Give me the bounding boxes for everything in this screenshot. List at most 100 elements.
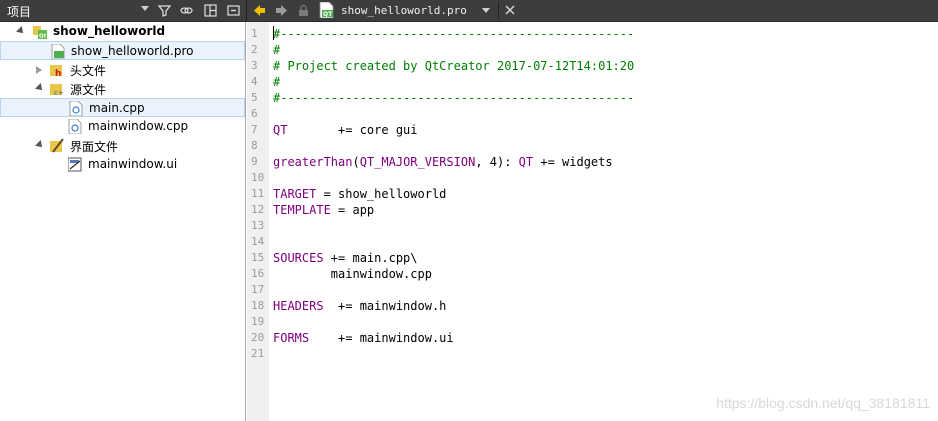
split-icon[interactable] — [204, 4, 217, 17]
forward-arrow-icon[interactable] — [275, 4, 288, 17]
link-editor-icon[interactable] — [180, 4, 193, 17]
variable-token: QT_MAJOR_VERSION — [359, 155, 476, 169]
line-number: 16 — [251, 267, 265, 280]
tree-item-pro-file[interactable]: show_helloworld.pro — [0, 41, 245, 60]
line-number: 4 — [251, 75, 258, 88]
pro-file-icon — [51, 44, 65, 59]
variable-token: greaterThan — [273, 155, 353, 169]
comment-token: # — [273, 43, 281, 57]
line-number: 2 — [251, 43, 258, 56]
code-text: TEMPLATE = app — [273, 202, 374, 218]
tree-item-mainwindow-cpp[interactable]: mainwindow.cpp — [0, 117, 245, 136]
main-cpp-label: main.cpp — [89, 101, 145, 115]
variable-token: TEMPLATE — [273, 203, 331, 217]
lock-icon[interactable] — [297, 4, 310, 17]
expand-arrow-icon[interactable] — [35, 83, 45, 93]
code-token: += mainwindow.ui — [309, 331, 454, 345]
variable-token: SOURCES — [273, 251, 324, 265]
close-sidebar-icon[interactable] — [227, 4, 240, 17]
line-number: 17 — [251, 283, 265, 296]
collapsed-arrow-icon[interactable] — [36, 66, 42, 74]
code-text: # Project created by QtCreator 2017-07-1… — [273, 58, 634, 74]
comment-token: # Project created by QtCreator 2017-07-1… — [273, 59, 635, 73]
tree-item-forms[interactable]: 界面文件 — [0, 136, 245, 155]
variable-token: FORMS — [273, 331, 310, 345]
text-cursor — [273, 26, 274, 40]
code-text: #---------------------------------------… — [273, 90, 634, 106]
code-text: SOURCES += main.cpp\ — [273, 250, 418, 266]
comment-token: #---------------------------------------… — [273, 91, 635, 105]
variable-token: QT — [518, 155, 534, 169]
line-number: 6 — [251, 107, 258, 120]
code-text: #---------------------------------------… — [273, 26, 634, 42]
open-file-selector[interactable]: QT show_helloworld.pro — [315, 2, 491, 19]
code-text: QT += core gui — [273, 122, 418, 138]
line-number: 5 — [251, 91, 258, 104]
code-text: greaterThan(QT_MAJOR_VERSION, 4): QT += … — [273, 154, 613, 170]
line-number: 1 — [251, 27, 258, 40]
code-token: += mainwindow.h — [323, 299, 447, 313]
pro-file-label: show_helloworld.pro — [71, 44, 194, 58]
svg-text:QT: QT — [323, 11, 333, 18]
cpp-file-icon — [68, 119, 82, 134]
code-token: = show_helloworld — [316, 187, 447, 201]
line-number: 8 — [251, 139, 258, 152]
project-tree: Qt show_helloworld show_helloworld.pro h… — [0, 22, 246, 421]
projects-pane-header: 项目 — [0, 0, 246, 21]
code-token: += widgets — [533, 155, 613, 169]
line-number: 3 — [251, 59, 258, 72]
line-number: 15 — [251, 251, 265, 264]
tree-item-main-cpp[interactable]: main.cpp — [0, 98, 245, 117]
mainwindow-cpp-label: mainwindow.cpp — [88, 119, 189, 133]
code-token: = app — [330, 203, 375, 217]
pro-file-icon: QT — [319, 2, 334, 18]
code-token: , 4): — [475, 155, 519, 169]
line-number: 18 — [251, 299, 265, 312]
filter-icon[interactable] — [158, 4, 171, 17]
watermark: https://blog.csdn.net/qq_38181811 — [716, 395, 930, 411]
comment-token: #---------------------------------------… — [273, 27, 635, 41]
code-token: += main.cpp\ — [323, 251, 418, 265]
code-text: # — [273, 74, 280, 90]
close-document-icon[interactable] — [503, 3, 517, 17]
cpp-file-icon — [69, 101, 83, 116]
code-token: += core gui — [287, 123, 418, 137]
line-number: 11 — [251, 187, 265, 200]
line-number: 21 — [251, 347, 265, 360]
code-text: FORMS += mainwindow.ui — [273, 330, 454, 346]
line-number: 7 — [251, 123, 258, 136]
variable-token: TARGET — [273, 187, 317, 201]
top-toolbar: 项目 QT show_helloworld.pro — [0, 0, 938, 22]
svg-text:c+: c+ — [54, 89, 64, 96]
line-number: 13 — [251, 219, 265, 232]
toolbar-divider — [498, 2, 499, 19]
expand-arrow-icon[interactable] — [35, 140, 45, 150]
code-editor[interactable]: 1 #--------------------------------------… — [247, 22, 938, 421]
open-file-name: show_helloworld.pro — [341, 4, 467, 17]
variable-token: HEADERS — [273, 299, 324, 313]
tree-item-headers[interactable]: h 头文件 — [0, 60, 245, 79]
source-folder-icon: c+ — [50, 84, 64, 96]
tree-item-project[interactable]: Qt show_helloworld — [0, 22, 245, 41]
headers-label: 头文件 — [70, 64, 107, 78]
code-text: TARGET = show_helloworld — [273, 186, 446, 202]
project-name: show_helloworld — [53, 24, 166, 38]
forms-folder-icon — [50, 138, 64, 153]
code-token: ( — [352, 155, 360, 169]
panel-selector-dropdown-icon[interactable] — [141, 6, 149, 11]
tree-item-sources[interactable]: c+ 源文件 — [0, 79, 245, 98]
svg-text:Qt: Qt — [39, 34, 47, 40]
code-text: HEADERS += mainwindow.h — [273, 298, 446, 314]
expand-arrow-icon[interactable] — [16, 26, 26, 36]
svg-text:h: h — [55, 69, 61, 77]
code-text: mainwindow.cpp — [273, 266, 432, 282]
line-number: 20 — [251, 331, 265, 344]
chevron-down-icon — [482, 8, 490, 13]
back-arrow-icon[interactable] — [253, 4, 266, 17]
line-number: 14 — [251, 235, 265, 248]
panel-title: 项目 — [7, 5, 32, 19]
line-number: 9 — [251, 155, 258, 168]
line-number: 12 — [251, 203, 265, 216]
ui-file-icon — [68, 157, 82, 172]
tree-item-mainwindow-ui[interactable]: mainwindow.ui — [0, 155, 245, 174]
